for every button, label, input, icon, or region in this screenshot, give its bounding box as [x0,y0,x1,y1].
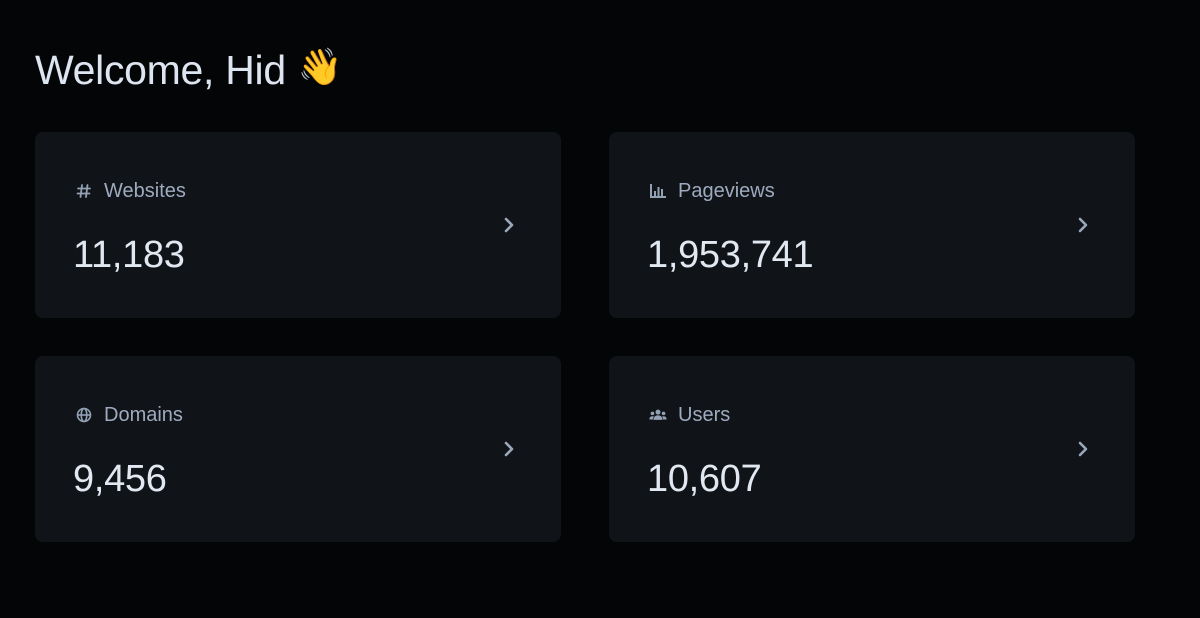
page-title: Welcome, Hid [35,46,286,93]
bar-chart-icon [649,182,667,200]
chevron-right-icon[interactable] [501,440,517,458]
users-count: 10,607 [647,458,762,500]
hash-icon [75,182,93,200]
pageviews-label: Pageviews [678,179,775,202]
chevron-right-icon[interactable] [1075,440,1091,458]
users-icon [649,406,667,424]
websites-count: 11,183 [73,234,185,276]
domains-stat-card[interactable]: Domains 9,456 [35,356,561,542]
users-stat-card[interactable]: Users 10,607 [609,356,1135,542]
domains-label: Domains [104,403,183,426]
waving-hand-emoji: 👋 [297,46,343,87]
chevron-right-icon[interactable] [501,216,517,234]
users-label: Users [678,403,731,426]
websites-stat-card[interactable]: Websites 11,183 [35,132,561,318]
domains-label-row: Domains [75,403,183,427]
globe-icon [75,406,93,424]
users-label-row: Users [649,403,730,427]
domains-count: 9,456 [73,458,167,500]
pageviews-count: 1,953,741 [647,234,814,276]
websites-label-row: Websites [75,179,186,203]
websites-label: Websites [104,179,186,202]
chevron-right-icon[interactable] [1075,216,1091,234]
welcome-header: Welcome, Hid 👋 [35,40,343,100]
pageviews-label-row: Pageviews [649,179,775,203]
pageviews-stat-card[interactable]: Pageviews 1,953,741 [609,132,1135,318]
